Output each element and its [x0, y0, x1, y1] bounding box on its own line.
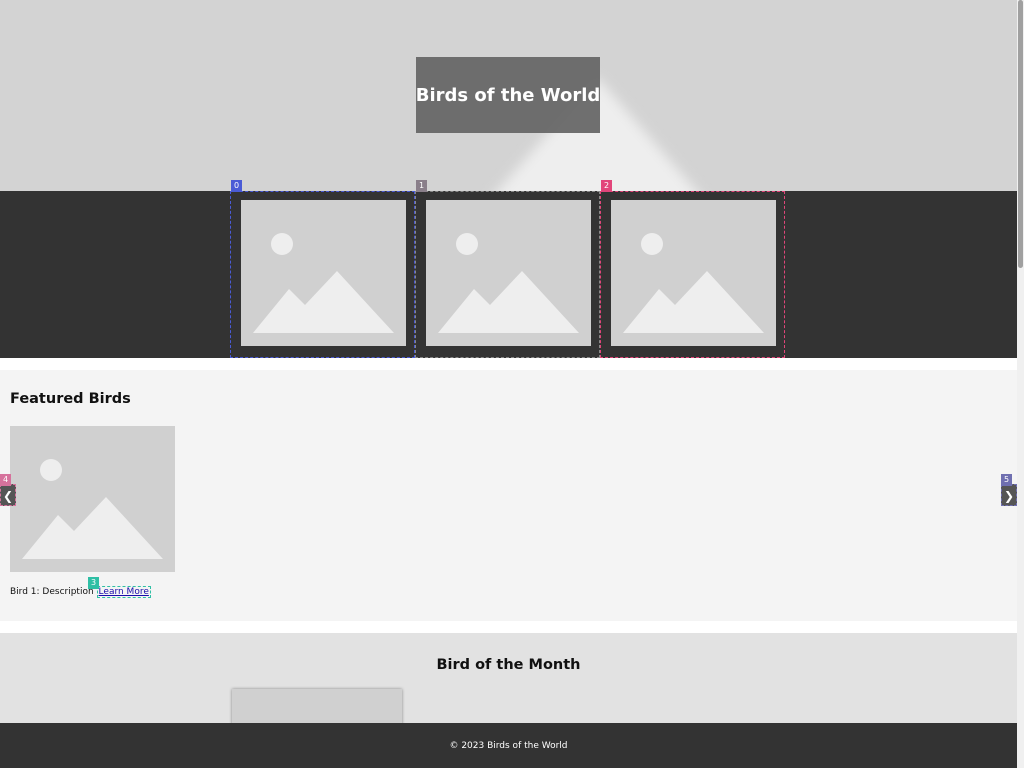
scrollbar-thumb[interactable] — [1018, 0, 1023, 268]
image-placeholder-icon — [426, 200, 591, 346]
hero-banner: Birds of the World — [0, 0, 1017, 191]
section-title: Bird of the Month — [436, 657, 581, 673]
image-placeholder-icon — [10, 426, 175, 572]
hero-title: Birds of the World — [415, 84, 601, 106]
element-badge-3: 3 — [88, 577, 99, 589]
image-placeholder-icon — [611, 200, 776, 346]
featured-birds-section: Featured Birds Bird 1: Description Learn… — [0, 370, 1017, 621]
element-badge-4: 4 — [0, 474, 11, 486]
element-badge-5: 5 — [1001, 474, 1012, 486]
carousel-next-button[interactable]: ❯ — [1001, 484, 1017, 506]
learn-more-link[interactable]: Learn More — [96, 586, 151, 598]
vertical-scrollbar[interactable] — [1017, 0, 1024, 768]
element-badge-0: 0 — [231, 180, 242, 192]
gallery-item-2[interactable] — [600, 191, 785, 358]
footer-copyright: © 2023 Birds of the World — [449, 740, 568, 751]
page: Birds of the World 0 1 2 Featured Birds … — [0, 0, 1017, 768]
hero-title-box: Birds of the World — [416, 57, 600, 133]
image-gallery — [0, 191, 1017, 358]
gallery-item-1[interactable] — [415, 191, 600, 358]
footer: © 2023 Birds of the World — [0, 723, 1017, 768]
element-badge-2: 2 — [601, 180, 612, 192]
bird-card-caption: Bird 1: Description Learn More — [10, 586, 151, 598]
image-placeholder-icon — [241, 200, 406, 346]
bird-description: Bird 1: Description — [10, 587, 94, 597]
section-title: Featured Birds — [10, 391, 131, 407]
element-badge-1: 1 — [416, 180, 427, 192]
carousel-prev-button[interactable]: ❮ — [0, 484, 16, 506]
gallery-item-0[interactable] — [230, 191, 415, 358]
